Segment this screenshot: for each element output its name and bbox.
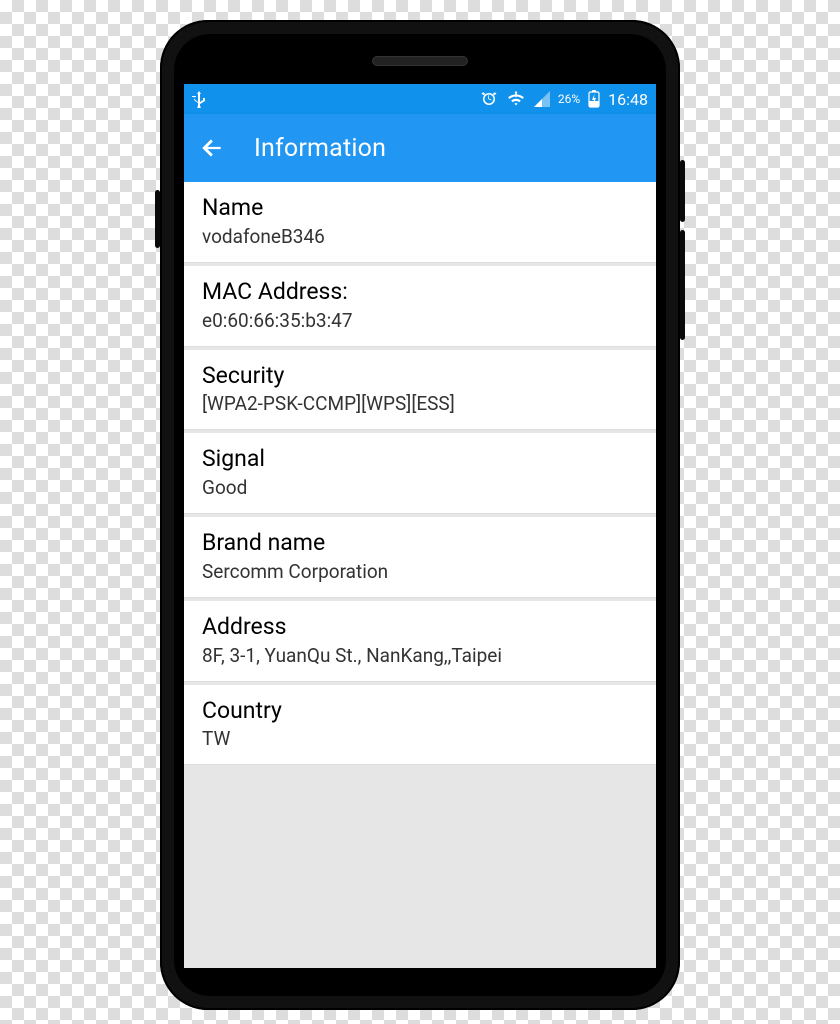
row-signal[interactable]: Signal Good (184, 433, 656, 514)
phone-side-button-volume (680, 230, 685, 340)
row-value: 8F, 3-1, YuanQu St., NanKang,,Taipei (202, 644, 638, 667)
signal-icon (534, 91, 550, 107)
row-value: Sercomm Corporation (202, 560, 638, 583)
row-name[interactable]: Name vodafoneB346 (184, 182, 656, 263)
row-value: [WPA2-PSK-CCMP][WPS][ESS] (202, 392, 638, 415)
row-label: Security (202, 362, 638, 391)
phone-speaker (372, 56, 468, 66)
row-label: Brand name (202, 529, 638, 558)
clock-time: 16:48 (608, 90, 648, 109)
battery-pct: 26% (558, 92, 580, 106)
usb-icon (192, 90, 206, 108)
back-button[interactable] (198, 134, 226, 162)
row-value: vodafoneB346 (202, 225, 638, 248)
phone-frame: 26% 16:48 Information (160, 20, 680, 1010)
battery-charging-icon (588, 90, 600, 108)
row-label: Address (202, 613, 638, 642)
row-label: Name (202, 194, 638, 223)
row-mac-address[interactable]: MAC Address: e0:60:66:35:b3:47 (184, 266, 656, 347)
row-address[interactable]: Address 8F, 3-1, YuanQu St., NanKang,,Ta… (184, 601, 656, 682)
row-country[interactable]: Country TW (184, 685, 656, 766)
app-bar: Information (184, 114, 656, 182)
row-label: MAC Address: (202, 278, 638, 307)
phone-bezel: 26% 16:48 Information (174, 34, 666, 996)
row-brand-name[interactable]: Brand name Sercomm Corporation (184, 517, 656, 598)
row-security[interactable]: Security [WPA2-PSK-CCMP][WPS][ESS] (184, 350, 656, 431)
status-bar: 26% 16:48 (184, 84, 656, 114)
phone-side-button-left (155, 190, 160, 248)
arrow-left-icon (199, 135, 225, 161)
alarm-icon (480, 90, 498, 108)
row-label: Country (202, 697, 638, 726)
phone-side-button-power (680, 160, 685, 222)
row-value: TW (202, 727, 638, 750)
row-value: e0:60:66:35:b3:47 (202, 309, 638, 332)
screen: 26% 16:48 Information (184, 84, 656, 968)
row-label: Signal (202, 445, 638, 474)
row-value: Good (202, 476, 638, 499)
page-title: Information (254, 134, 386, 163)
info-list: Name vodafoneB346 MAC Address: e0:60:66:… (184, 182, 656, 968)
wifi-icon (506, 91, 526, 107)
